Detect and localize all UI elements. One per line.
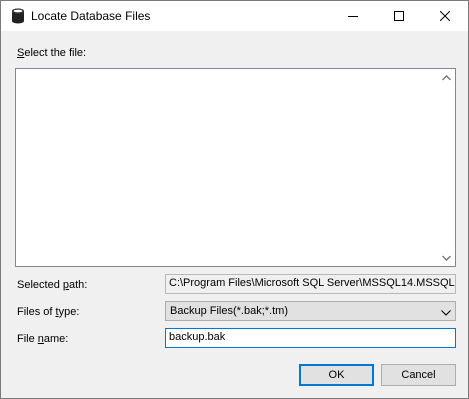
selected-path-label: Selected path:: [17, 279, 88, 291]
maximize-icon: [394, 11, 404, 21]
files-of-type-value: Backup Files(*.bak;*.tm): [170, 305, 288, 317]
maximize-button[interactable]: [376, 1, 422, 31]
file-list-scrollbar[interactable]: [438, 69, 455, 266]
scroll-up-button[interactable]: [438, 69, 455, 86]
close-button[interactable]: [422, 1, 468, 31]
selected-path-field[interactable]: C:\Program Files\Microsoft SQL Server\MS…: [165, 274, 456, 294]
files-of-type-label: Files of type:: [17, 306, 80, 318]
cancel-button[interactable]: Cancel: [381, 364, 456, 386]
window-title: Locate Database Files: [31, 9, 151, 23]
minimize-button[interactable]: [330, 1, 376, 31]
ok-button[interactable]: OK: [299, 364, 374, 386]
chevron-down-icon: [442, 252, 451, 264]
chevron-down-icon: [441, 307, 451, 319]
file-list[interactable]: [15, 68, 456, 267]
database-icon: [11, 8, 25, 24]
file-name-input[interactable]: backup.bak: [165, 328, 456, 348]
chevron-up-icon: [442, 72, 451, 84]
files-of-type-select[interactable]: Backup Files(*.bak;*.tm): [165, 301, 456, 321]
scroll-down-button[interactable]: [438, 249, 455, 266]
title-bar[interactable]: Locate Database Files: [1, 1, 468, 31]
scroll-track[interactable]: [438, 86, 455, 249]
close-icon: [440, 11, 450, 21]
file-name-label: File name:: [17, 333, 69, 345]
minimize-icon: [348, 11, 358, 21]
locate-database-files-dialog: Locate Database Files Select the file: S…: [0, 0, 469, 399]
select-file-label: Select the file:: [17, 47, 87, 59]
